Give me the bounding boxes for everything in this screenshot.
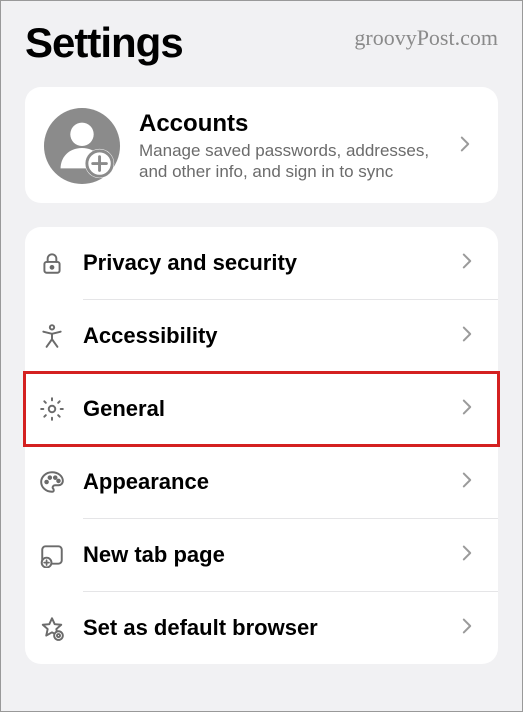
row-label: Privacy and security — [83, 250, 446, 276]
chevron-right-icon — [462, 326, 482, 347]
row-label: Set as default browser — [83, 615, 446, 641]
chevron-right-icon — [462, 399, 482, 420]
tab-plus-icon — [37, 542, 67, 568]
row-privacy-and-security[interactable]: Privacy and security — [25, 227, 498, 299]
row-label: Appearance — [83, 469, 446, 495]
gear-icon — [37, 396, 67, 422]
row-appearance[interactable]: Appearance — [25, 446, 498, 518]
accounts-subtitle: Manage saved passwords, addresses, and o… — [139, 140, 442, 183]
chevron-right-icon — [462, 545, 482, 566]
chevron-right-icon — [462, 253, 482, 274]
accessibility-icon — [37, 323, 67, 349]
row-label: New tab page — [83, 542, 446, 568]
row-label: Accessibility — [83, 323, 446, 349]
row-label: General — [83, 396, 446, 422]
chevron-right-icon — [462, 472, 482, 493]
avatar-add-icon — [43, 107, 121, 185]
accounts-row[interactable]: Accounts Manage saved passwords, address… — [25, 87, 498, 203]
accounts-title: Accounts — [139, 110, 442, 138]
row-set-as-default-browser[interactable]: Set as default browser — [25, 592, 498, 664]
row-general[interactable]: General — [25, 373, 498, 445]
row-accessibility[interactable]: Accessibility — [25, 300, 498, 372]
row-new-tab-page[interactable]: New tab page — [25, 519, 498, 591]
lock-icon — [37, 250, 67, 276]
palette-icon — [37, 469, 67, 495]
chevron-right-icon — [460, 136, 480, 157]
watermark-text: groovyPost.com — [354, 19, 498, 51]
star-gear-icon — [37, 615, 67, 641]
chevron-right-icon — [462, 618, 482, 639]
page-title: Settings — [25, 19, 183, 67]
